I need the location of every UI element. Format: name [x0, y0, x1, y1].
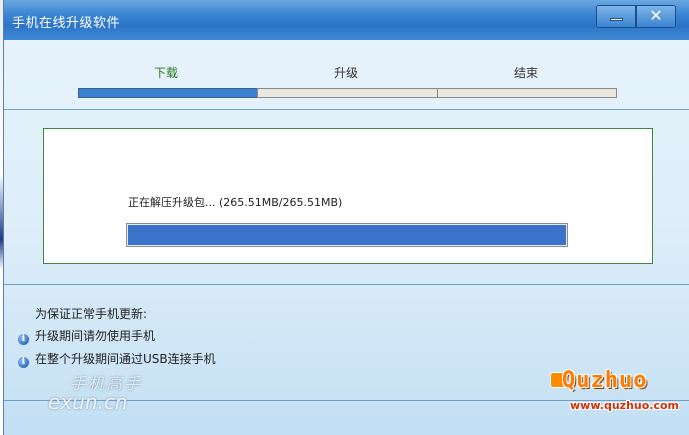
step-download-bar [78, 88, 258, 98]
watermark-brand: Quzhuo [562, 368, 648, 393]
divider-middle [4, 284, 689, 285]
step-download-label: 下载 [154, 66, 179, 80]
note-item: i 在整个升级期间通过USB连接手机 [18, 350, 216, 368]
note-item: i 升级期间请勿使用手机 [18, 327, 155, 345]
progress-panel: 正在解压升级包... (265.51MB/265.51MB) [43, 128, 653, 264]
status-text: 正在解压升级包... (265.51MB/265.51MB) [128, 196, 343, 209]
title-bar[interactable]: 手机在线升级软件 ✕ [4, 0, 689, 40]
upgrade-window: 手机在线升级软件 ✕ 下载 升级 结束 正在解压升级包... (265.51MB… [3, 0, 689, 435]
progress-fill [128, 225, 566, 245]
notes-title: 为保证正常手机更新: [35, 307, 148, 321]
note-text: 升级期间请勿使用手机 [35, 329, 156, 343]
step-upgrade-bar [257, 88, 438, 98]
minimize-icon [610, 18, 623, 21]
step-upgrade-label: 升级 [334, 66, 359, 80]
watermark-left-bottom: exun.cn [48, 390, 128, 414]
watermark-left: 手机高手 exun.cn [48, 370, 168, 420]
window-title: 手机在线升级软件 [12, 16, 121, 31]
step-finish-bar [437, 88, 617, 98]
info-icon: i [18, 334, 29, 345]
minimize-button[interactable] [596, 5, 636, 28]
note-text: 在整个升级期间通过USB连接手机 [35, 352, 216, 366]
progress-bar [126, 223, 568, 247]
watermark-url: www.quzhuo.com [570, 399, 680, 412]
divider-top [4, 109, 689, 110]
watermark-right: Quzhuo www.quzhuo.com [550, 368, 689, 420]
info-icon: i [18, 357, 29, 368]
step-finish-label: 结束 [514, 66, 539, 80]
close-button[interactable]: ✕ [636, 5, 676, 28]
